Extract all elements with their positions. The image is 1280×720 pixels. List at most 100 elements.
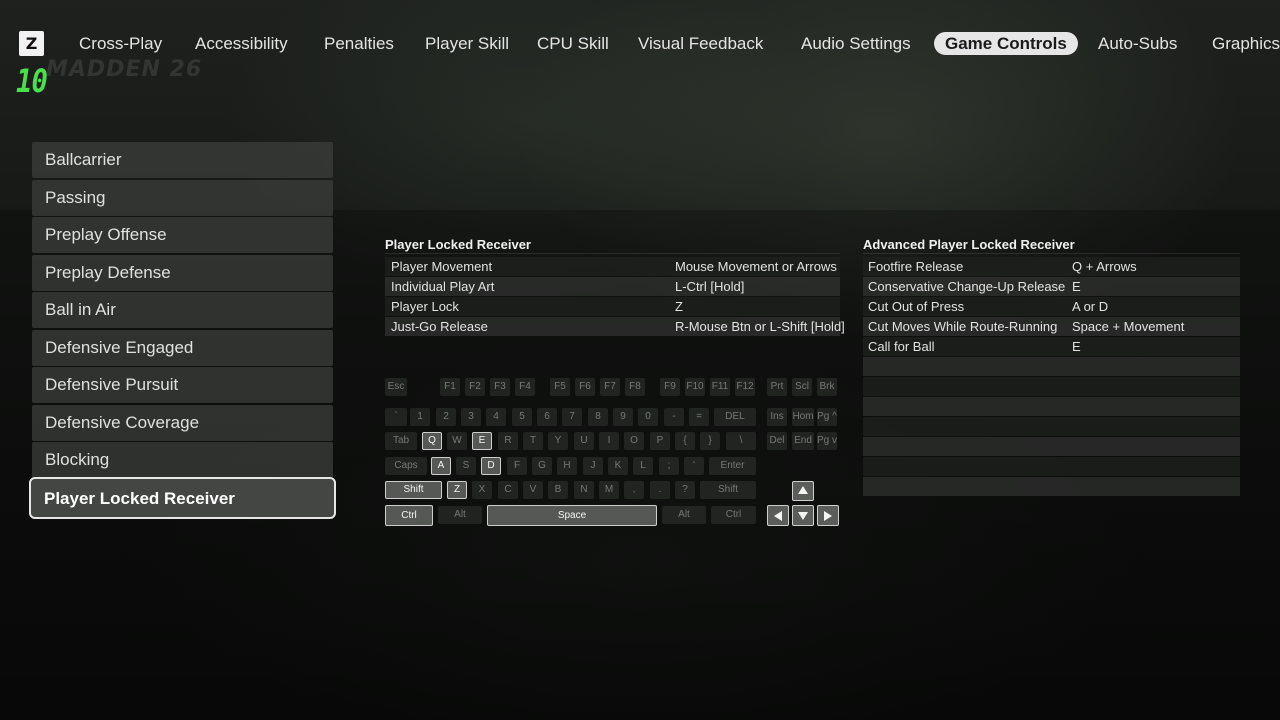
menu-item-preplay-defense[interactable]: Preplay Defense — [32, 255, 333, 291]
menu-item-ballcarrier[interactable]: Ballcarrier — [32, 142, 333, 178]
key-equals: = — [689, 408, 709, 426]
key-n: N — [574, 481, 594, 499]
key-x: X — [472, 481, 492, 499]
menu-item-player-locked-receiver[interactable]: Player Locked Receiver — [29, 477, 336, 519]
key-w: W — [447, 432, 467, 450]
key-close-brace: } — [700, 432, 720, 450]
key-a: A — [431, 457, 451, 475]
key-right-alt: Alt — [662, 506, 706, 524]
table-row-empty — [863, 357, 1240, 376]
key-esc: Esc — [385, 378, 407, 396]
key-f11: F11 — [710, 378, 730, 396]
key-del: Del — [767, 432, 787, 450]
table-row: Player Movement Mouse Movement or Arrows — [385, 257, 840, 276]
key-f10: F10 — [685, 378, 705, 396]
key-k: K — [608, 457, 628, 475]
table-row: Cut Out of Press A or D — [863, 297, 1240, 316]
key-1: 1 — [410, 408, 430, 426]
key-f5: F5 — [550, 378, 570, 396]
key-f3: F3 — [490, 378, 510, 396]
tab-penalties[interactable]: Penalties — [324, 32, 394, 55]
tab-cpu-skill[interactable]: CPU Skill — [537, 32, 609, 55]
tab-auto-subs[interactable]: Auto-Subs — [1098, 32, 1177, 55]
key-left-ctrl: Ctrl — [385, 505, 433, 526]
tab-graphics[interactable]: Graphics — [1212, 32, 1280, 55]
key-7: 7 — [562, 408, 582, 426]
arrow-up-icon — [792, 481, 814, 501]
key-backspace: DEL — [714, 408, 756, 426]
key-question: ? — [675, 481, 695, 499]
key-page-down: Pg v — [817, 432, 837, 450]
key-6: 6 — [537, 408, 557, 426]
key-5: 5 — [512, 408, 532, 426]
key-left-alt: Alt — [438, 506, 482, 524]
advanced-controls-title: Advanced Player Locked Receiver — [863, 237, 1075, 252]
table-row: Player Lock Z — [385, 297, 840, 316]
menu-item-ball-in-air[interactable]: Ball in Air — [32, 292, 333, 328]
key-9: 9 — [613, 408, 633, 426]
menu-item-passing[interactable]: Passing — [32, 180, 333, 216]
tab-player-skill[interactable]: Player Skill — [425, 32, 509, 55]
key-j: J — [583, 457, 603, 475]
key-g: G — [532, 457, 552, 475]
table-row: Conservative Change-Up Release E — [863, 277, 1240, 296]
key-right-ctrl: Ctrl — [711, 506, 756, 524]
arrow-right-icon — [817, 505, 839, 526]
table-row-empty — [863, 417, 1240, 436]
menu-item-defensive-coverage[interactable]: Defensive Coverage — [32, 405, 333, 441]
key-p: P — [650, 432, 670, 450]
key-t: T — [523, 432, 543, 450]
key-prt: Prt — [767, 378, 787, 396]
tab-visual-feedback[interactable]: Visual Feedback — [638, 32, 763, 55]
key-home: Hom — [792, 408, 814, 426]
z-logo-icon: Z — [19, 31, 44, 56]
table-row-empty — [863, 397, 1240, 416]
key-space: Space — [487, 505, 657, 526]
key-f7: F7 — [600, 378, 620, 396]
key-u: U — [574, 432, 594, 450]
key-open-brace: { — [675, 432, 695, 450]
key-backslash: \ — [726, 432, 756, 450]
top-navigation: Z MADDEN 26 10 Cross-Play Accessibility … — [0, 0, 1280, 100]
main-controls-title: Player Locked Receiver — [385, 237, 531, 252]
key-z: Z — [447, 481, 467, 499]
key-ins: Ins — [767, 408, 787, 426]
key-f2: F2 — [465, 378, 485, 396]
key-q: Q — [422, 432, 442, 450]
menu-item-defensive-engaged[interactable]: Defensive Engaged — [32, 330, 333, 366]
table-row: Footfire Release Q + Arrows — [863, 257, 1240, 276]
key-tab: Tab — [385, 432, 417, 450]
tab-audio-settings[interactable]: Audio Settings — [801, 32, 911, 55]
tab-game-controls[interactable]: Game Controls — [934, 32, 1078, 55]
key-3: 3 — [461, 408, 481, 426]
key-f: F — [507, 457, 527, 475]
tab-cross-play[interactable]: Cross-Play — [79, 32, 162, 55]
key-v: V — [523, 481, 543, 499]
key-f9: F9 — [660, 378, 680, 396]
tab-accessibility[interactable]: Accessibility — [195, 32, 288, 55]
key-backtick: ` — [385, 408, 407, 426]
menu-item-preplay-offense[interactable]: Preplay Offense — [32, 217, 333, 253]
key-4: 4 — [486, 408, 506, 426]
key-f1: F1 — [440, 378, 460, 396]
key-end: End — [792, 432, 814, 450]
key-f6: F6 — [575, 378, 595, 396]
key-minus: - — [664, 408, 684, 426]
menu-item-blocking[interactable]: Blocking — [32, 442, 333, 478]
key-y: Y — [548, 432, 568, 450]
key-0: 0 — [638, 408, 658, 426]
score-counter: 10 — [16, 62, 48, 100]
table-row-empty — [863, 457, 1240, 476]
arrow-down-icon — [792, 505, 814, 526]
table-row: Just-Go Release R-Mouse Btn or L-Shift [… — [385, 317, 845, 336]
menu-item-defensive-pursuit[interactable]: Defensive Pursuit — [32, 367, 333, 403]
madden-watermark: MADDEN 26 — [46, 57, 203, 82]
key-8: 8 — [588, 408, 608, 426]
key-c: C — [498, 481, 518, 499]
key-right-shift: Shift — [700, 481, 756, 499]
key-o: O — [624, 432, 644, 450]
key-left-shift: Shift — [385, 481, 442, 499]
table-row: Cut Moves While Route-Running Space + Mo… — [863, 317, 1240, 336]
key-period: . — [650, 481, 670, 499]
table-row-empty — [863, 477, 1240, 496]
